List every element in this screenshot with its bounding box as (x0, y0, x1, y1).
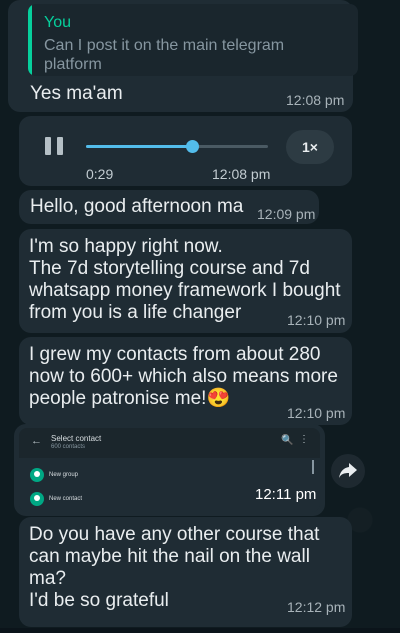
bottom-strip (0, 628, 400, 633)
quote-accent-bar (28, 4, 32, 76)
message-time: 12:10 pm (287, 405, 346, 421)
quote-author: You (44, 14, 71, 31)
screenshot-scrollbar (312, 460, 314, 474)
audio-elapsed: 0:29 (86, 166, 114, 182)
screenshot-header: ← Select contact 600 contacts 🔍 ⋮ (19, 428, 320, 458)
heart-eyes-emoji: 😍 (206, 388, 231, 409)
message-time: 12:10 pm (287, 312, 346, 328)
message-bubble[interactable]: I'm so happy right now. The 7d storytell… (19, 229, 352, 333)
group-icon (30, 468, 44, 482)
message-body: I grew my contacts from about 280 now to… (29, 344, 338, 409)
contact-screenshot-image[interactable]: ← Select contact 600 contacts 🔍 ⋮ New gr… (19, 428, 320, 512)
message-bubble[interactable]: Do you have any other course that can ma… (19, 517, 352, 627)
forward-icon (339, 463, 357, 478)
menu-icon: ⋮ (299, 434, 309, 445)
playback-speed-button[interactable]: 1× (286, 130, 334, 164)
message-text: Yes ma'am (30, 83, 123, 104)
message-bubble[interactable]: Hello, good afternoon ma 12:09 pm (19, 190, 319, 224)
message-time: 12:12 pm (287, 599, 346, 615)
pause-icon[interactable] (42, 134, 66, 158)
back-arrow-icon: ← (31, 435, 42, 447)
message-text: Do you have any other course that can ma… (29, 524, 320, 611)
reply-message-bubble[interactable]: You Can I post it on the main telegram p… (8, 0, 358, 112)
image-time: 12:11 pm (255, 486, 317, 503)
message-time: 12:09 pm (257, 206, 316, 222)
quote-text: Can I post it on the main telegram platf… (44, 37, 285, 73)
audio-progress-fill (86, 145, 192, 148)
message-text: Hello, good afternoon ma (30, 196, 244, 217)
message-text: I grew my contacts from about 280 now to… (29, 344, 338, 410)
add-contact-icon (30, 492, 44, 506)
screenshot-row-label: New group (49, 472, 79, 478)
message-text: I'm so happy right now. The 7d storytell… (29, 236, 341, 323)
screenshot-subtitle: 600 contacts (51, 444, 86, 450)
message-bubble[interactable]: I grew my contacts from about 280 now to… (19, 337, 352, 425)
screenshot-title: Select contact (51, 434, 102, 443)
quoted-message[interactable]: You Can I post it on the main telegram p… (28, 4, 358, 76)
audio-time: 12:08 pm (212, 166, 271, 182)
message-time: 12:08 pm (286, 92, 345, 108)
forward-button[interactable] (331, 454, 365, 488)
screenshot-row-label: New contact (49, 496, 83, 502)
audio-seek-handle[interactable] (185, 140, 199, 153)
audio-seek-bar[interactable] (86, 140, 268, 153)
search-icon: 🔍 (281, 435, 294, 446)
